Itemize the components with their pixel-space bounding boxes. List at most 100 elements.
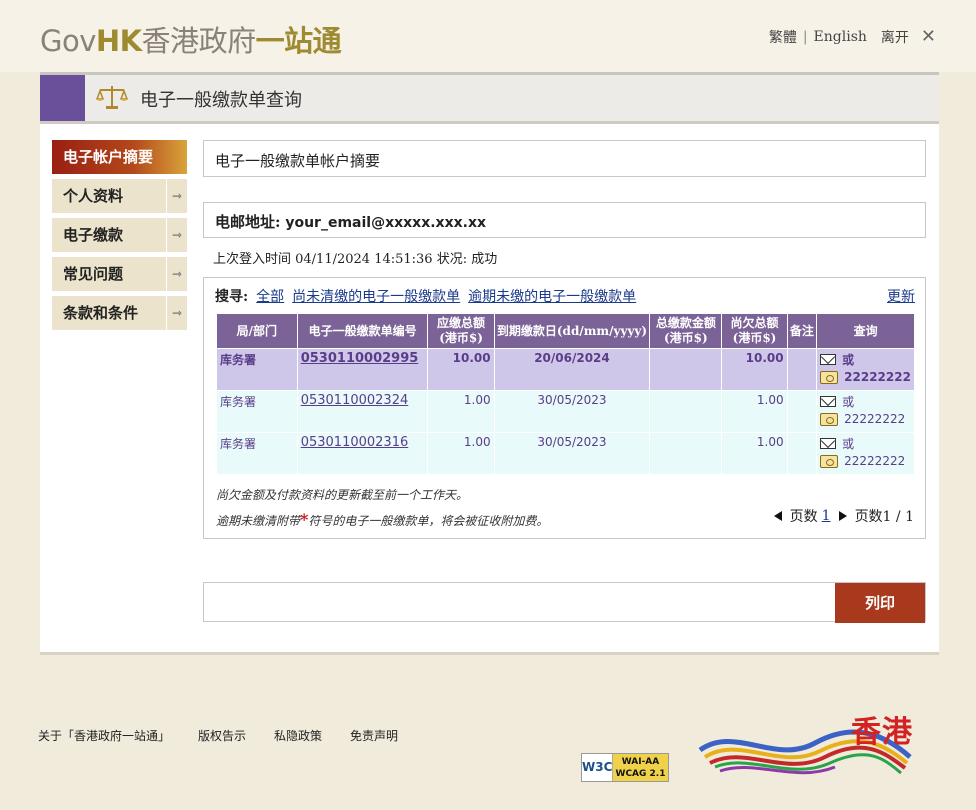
cell-amount: 1.00: [427, 432, 495, 475]
cell-number: 0530110002995: [296, 348, 429, 391]
email-value: your_email@xxxxx.xxx.xx: [285, 215, 487, 231]
arrow-right-icon: ⇾: [166, 296, 187, 330]
email-label: 电邮地址:: [215, 213, 281, 231]
bill-number-link[interactable]: 0530110002324: [301, 393, 409, 408]
table-row: 库务署 0530110002324 1.00 30/05/2023 1.00 或…: [216, 390, 915, 433]
sidebar-item-personal-info[interactable]: 个人资料 ⇾: [52, 179, 187, 213]
cell-remark: [786, 348, 818, 391]
cell-due: 30/05/2023: [493, 390, 651, 433]
cell-due: 30/05/2023: [493, 432, 651, 475]
bills-table: 局/部门 电子一般缴款单编号 应缴总额 (港币$) 到期缴款日(dd/mm/yy…: [216, 313, 915, 475]
last-login-status: 上次登入时间 04/11/2024 14:51:36 状况: 成功: [213, 252, 498, 267]
phone-icon: [820, 454, 839, 468]
table-row: 库务署 0530110002995 10.00 20/06/2024 10.00…: [216, 348, 915, 391]
footer-link-copyright[interactable]: 版权告示: [198, 727, 246, 744]
page-link[interactable]: 1: [822, 508, 831, 524]
sidebar-item-e-payment[interactable]: 电子缴款 ⇾: [52, 218, 187, 252]
sidebar-item-account-summary[interactable]: 电子帐户摘要: [52, 140, 187, 174]
cell-due: 20/06/2024: [493, 348, 651, 391]
main-panel: 电子一般缴款单查询 电子帐户摘要 个人资料 ⇾ 电子缴款 ⇾ 常见问题 ⇾ 条款…: [40, 72, 939, 655]
footer-link-about[interactable]: 关于「香港政府一站通」: [38, 727, 170, 744]
phone-number: 22222222: [844, 454, 906, 468]
or-text: 或: [842, 395, 855, 409]
prev-page-icon[interactable]: [773, 511, 782, 521]
surcharge-note: 逾期未缴清附带*符号的电子一般缴款单，将会被征收附加费。: [216, 510, 549, 529]
page-label: 页数: [789, 509, 818, 525]
next-page-icon[interactable]: [838, 511, 847, 521]
brand-text: 香港: [851, 715, 913, 750]
title-bar: 电子一般缴款单查询: [40, 72, 939, 124]
cell-dept: 库务署: [216, 390, 298, 433]
cell-amount: 1.00: [427, 390, 495, 433]
lang-traditional-link[interactable]: 繁體: [769, 27, 797, 47]
col-header-enquiry: 查询: [816, 313, 915, 349]
cell-dept: 库务署: [216, 432, 298, 475]
cell-amount: 10.00: [427, 348, 495, 391]
cell-outstanding: 1.00: [721, 432, 788, 475]
close-icon[interactable]: ✕: [921, 26, 936, 47]
filter-all-link[interactable]: 全部: [256, 286, 284, 306]
lang-separator: |: [802, 28, 808, 45]
cell-paid: [649, 348, 723, 391]
title-accent-block: [40, 75, 85, 121]
filter-unpaid-link[interactable]: 尚未清缴的电子一般缴款单: [292, 286, 460, 306]
col-header-amount: 应缴总额 (港币$): [427, 313, 495, 349]
arrow-right-icon: ⇾: [166, 179, 187, 213]
bill-list-box: 搜寻: 全部 尚未清缴的电子一般缴款单 逾期未缴的电子一般缴款单 更新 局/部门…: [203, 277, 926, 539]
exit-link[interactable]: 离开: [881, 27, 909, 47]
col-header-dept: 局/部门: [216, 313, 298, 349]
phone-icon: [820, 412, 839, 426]
language-bar: 繁體 | English 离开 ✕: [769, 26, 936, 47]
arrow-right-icon: ⇾: [166, 218, 187, 252]
refresh-link[interactable]: 更新: [887, 286, 915, 306]
cell-remark: [786, 390, 818, 433]
pagination: 页数 1 页数1 / 1: [773, 506, 914, 526]
cell-number: 0530110002324: [296, 390, 429, 433]
sidebar: 电子帐户摘要 个人资料 ⇾ 电子缴款 ⇾ 常见问题 ⇾ 条款和条件 ⇾: [52, 140, 187, 335]
footer-link-disclaimer[interactable]: 免责声明: [350, 727, 398, 744]
col-header-remark: 备注: [786, 313, 818, 349]
cell-paid: [649, 432, 723, 475]
footer-link-privacy[interactable]: 私隐政策: [274, 727, 322, 744]
update-note: 尚欠金额及付款资料的更新截至前一个工作天。: [216, 488, 469, 502]
footer-links: 关于「香港政府一站通」 版权告示 私隐政策 免责声明: [38, 727, 398, 744]
cell-enquiry: 或 22222222: [816, 390, 915, 433]
email-box: 电邮地址: your_email@xxxxx.xxx.xx: [203, 202, 926, 238]
sidebar-item-label: 个人资料: [63, 187, 124, 205]
search-filter: 搜寻: 全部 尚未清缴的电子一般缴款单 逾期未缴的电子一般缴款单: [215, 286, 636, 306]
email-icon[interactable]: [820, 396, 837, 407]
print-bar: 列印: [203, 582, 926, 623]
top-bar: GovHK香港政府一站通 繁體 | English 离开 ✕: [0, 0, 976, 72]
cell-dept: 库务署: [216, 348, 298, 391]
col-header-due: 到期缴款日(dd/mm/yyyy): [493, 313, 651, 349]
bill-number-link[interactable]: 0530110002995: [301, 351, 419, 366]
phone-number: 22222222: [844, 412, 906, 426]
email-icon[interactable]: [820, 438, 837, 449]
cell-remark: [786, 432, 818, 475]
arrow-right-icon: ⇾: [166, 257, 187, 291]
print-button[interactable]: 列印: [835, 583, 925, 623]
lang-english-link[interactable]: English: [814, 29, 867, 45]
sidebar-item-faq[interactable]: 常见问题 ⇾: [52, 257, 187, 291]
section-title: 电子一般缴款单帐户摘要: [203, 140, 926, 177]
bill-number-link[interactable]: 0530110002316: [301, 435, 409, 450]
govhk-logo[interactable]: GovHK香港政府一站通: [40, 18, 342, 60]
col-header-number: 电子一般缴款单编号: [296, 313, 429, 349]
cell-outstanding: 10.00: [721, 348, 788, 391]
sidebar-item-label: 电子帐户摘要: [63, 148, 154, 166]
or-text: 或: [842, 437, 855, 451]
w3c-wcag-badge[interactable]: W3C WAI-AA WCAG 2.1: [581, 753, 669, 782]
cell-enquiry: 或 22222222: [816, 348, 915, 391]
table-header-row: 局/部门 电子一般缴款单编号 应缴总额 (港币$) 到期缴款日(dd/mm/yy…: [216, 313, 915, 349]
scales-icon: [96, 86, 128, 109]
filter-overdue-link[interactable]: 逾期未缴的电子一般缴款单: [468, 286, 636, 306]
search-label: 搜寻:: [215, 289, 249, 305]
cell-outstanding: 1.00: [721, 390, 788, 433]
or-text: 或: [842, 353, 855, 367]
sidebar-item-label: 常见问题: [63, 265, 124, 283]
col-header-paid: 总缴款金额 (港币$): [649, 313, 723, 349]
email-icon[interactable]: [820, 354, 837, 365]
page-title: 电子一般缴款单查询: [140, 90, 302, 111]
sidebar-item-terms[interactable]: 条款和条件 ⇾: [52, 296, 187, 330]
cell-number: 0530110002316: [296, 432, 429, 475]
